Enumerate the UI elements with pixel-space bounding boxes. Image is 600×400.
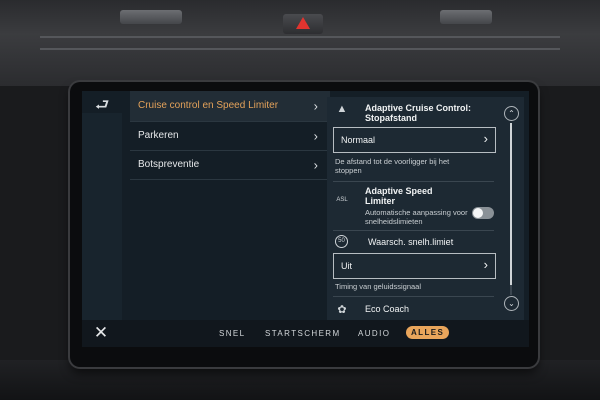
scrollbar[interactable] — [510, 123, 512, 295]
sound-timing-select[interactable]: Uit › — [333, 253, 496, 279]
chevron-right-icon: › — [313, 157, 318, 173]
scroll-down-button[interactable]: ⌄ — [504, 296, 519, 311]
dashboard-top — [0, 0, 600, 86]
dashboard-button[interactable] — [440, 10, 492, 24]
asl-title: Adaptive Speed Limiter — [365, 186, 433, 206]
speed-limit-50-icon: 50 — [335, 235, 348, 248]
adaptive-cruise-icon: ▲ — [336, 103, 348, 115]
chevron-right-icon: › — [313, 128, 318, 144]
scrollbar-thumb[interactable] — [510, 123, 512, 285]
menu-item-botspreventie[interactable]: Botspreventie › — [130, 151, 330, 180]
close-icon[interactable]: ✕ — [92, 324, 110, 342]
acc-distance-select[interactable]: Normaal › — [333, 127, 496, 153]
sound-timing-value: Uit — [341, 261, 352, 271]
tab-snel[interactable]: SNEL — [219, 329, 246, 338]
chevron-right-icon: › — [483, 257, 488, 272]
settings-menu: Cruise control en Speed Limiter › Parker… — [130, 91, 330, 180]
dashboard-button[interactable] — [120, 10, 182, 24]
acc-title: Adaptive Cruise Control: Stopafstand — [365, 103, 472, 123]
tab-audio[interactable]: AUDIO — [358, 329, 390, 338]
asl-description: Automatische aanpassing voor snelheidsli… — [365, 208, 468, 226]
toggle-knob — [473, 208, 483, 218]
divider — [333, 181, 494, 182]
acc-description: De afstand tot de voorligger bij het sto… — [335, 157, 450, 175]
hazard-button[interactable] — [283, 14, 323, 34]
divider — [333, 296, 494, 297]
asl-icon: ASL — [336, 197, 348, 203]
tab-alles[interactable]: ALLES — [406, 326, 450, 339]
vent-slat — [40, 48, 560, 50]
divider — [333, 230, 494, 231]
menu-item-label: Botspreventie — [138, 159, 200, 170]
asl-toggle[interactable] — [472, 207, 494, 219]
sound-timing-description: Timing van geluidssignaal — [335, 282, 422, 291]
menu-item-cruise-control[interactable]: Cruise control en Speed Limiter › — [130, 91, 330, 122]
back-arrow-icon[interactable]: ⮐ — [95, 97, 117, 115]
acc-distance-value: Normaal — [341, 135, 376, 145]
eco-coach-title: Eco Coach — [365, 304, 410, 314]
menu-item-label: Parkeren — [138, 130, 179, 141]
menu-item-label: Cruise control en Speed Limiter — [138, 100, 279, 111]
menu-item-parkeren[interactable]: Parkeren › — [130, 122, 330, 151]
chevron-right-icon: › — [313, 98, 318, 114]
speed-warning-title: Waarsch. snelh.limiet — [368, 237, 454, 247]
tab-startscherm[interactable]: STARTSCHERM — [265, 329, 341, 338]
chevron-right-icon: › — [483, 131, 488, 146]
eco-coach-icon: ✿ — [337, 304, 347, 316]
left-stripe — [82, 113, 122, 320]
scroll-up-button[interactable]: ⌃ — [504, 106, 519, 121]
infotainment-screen: ⮐ Cruise control en Speed Limiter › Park… — [82, 91, 529, 347]
vent-slat — [40, 36, 560, 38]
bottom-navigation-bar: ✕ SNEL STARTSCHERM AUDIO ALLES — [82, 320, 529, 347]
settings-detail-panel: ▲ Adaptive Cruise Control: Stopafstand N… — [327, 97, 524, 320]
hazard-icon — [296, 17, 310, 29]
